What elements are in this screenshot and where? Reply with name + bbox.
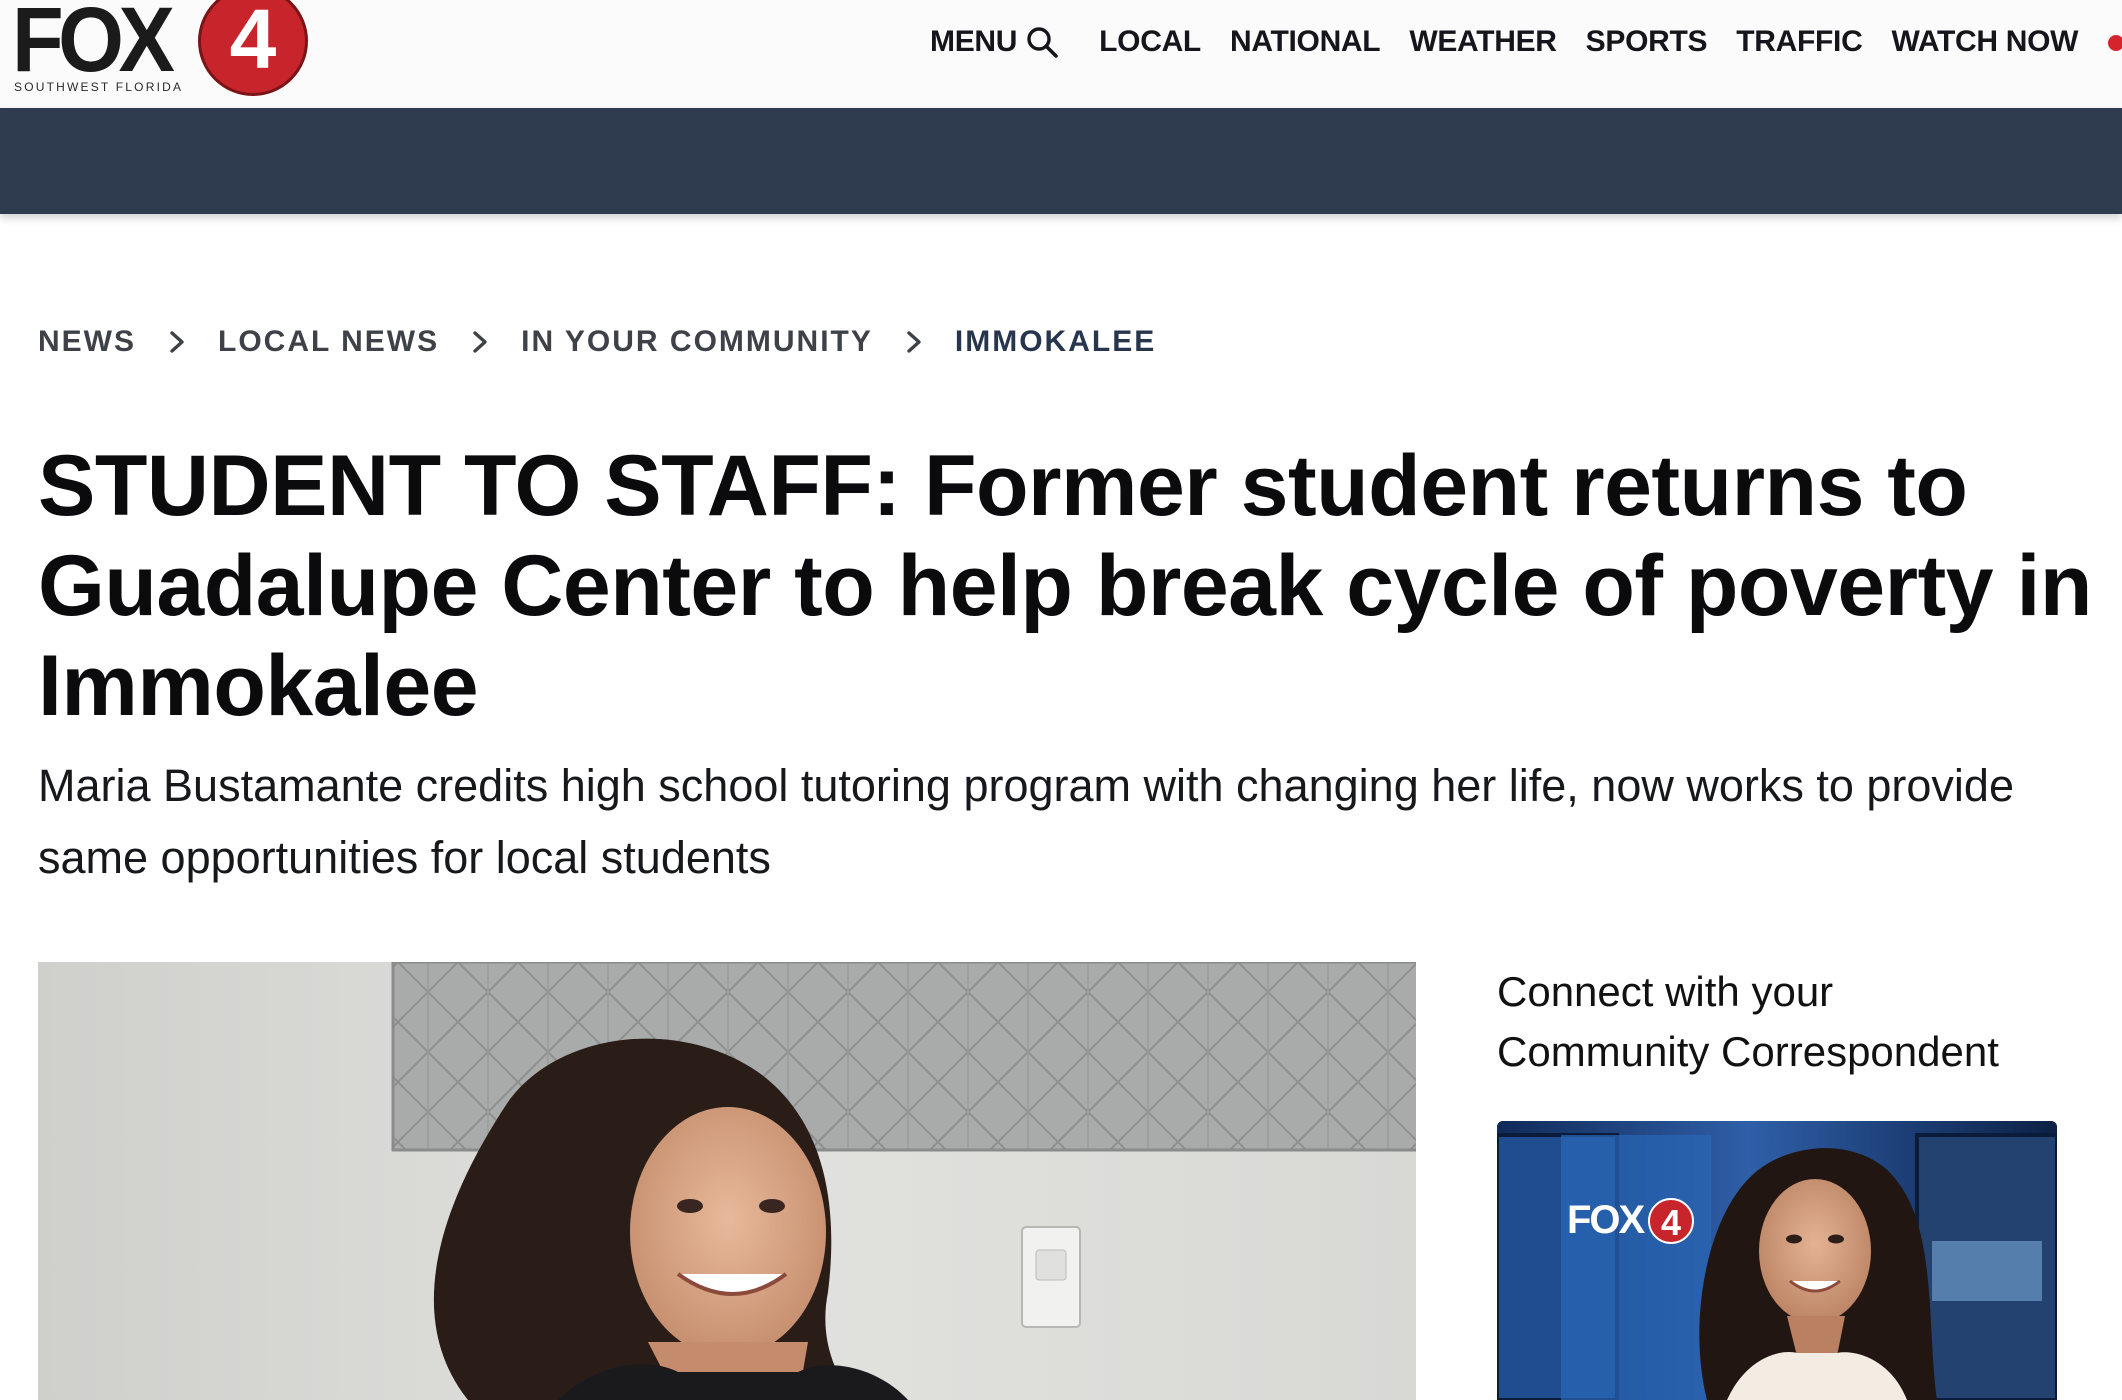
nav-local[interactable]: LOCAL [1099, 25, 1201, 59]
article-headline: STUDENT TO STAFF: Former student returns… [38, 438, 2092, 734]
search-icon[interactable] [1025, 25, 1059, 59]
menu-label: MENU [930, 25, 1018, 58]
community-correspondent-card[interactable]: FOX 4 [1497, 1121, 2057, 1400]
live-indicator-icon [2108, 35, 2122, 51]
breadcrumb-local-news[interactable]: LOCAL NEWS [218, 325, 439, 359]
breadcrumb: NEWS LOCAL NEWS IN YOUR COMMUNITY IMMOKA… [38, 322, 1156, 362]
studio-logo-text: FOX [1567, 1198, 1646, 1242]
breadcrumb-in-your-community[interactable]: IN YOUR COMMUNITY [521, 325, 873, 359]
breadcrumb-immokalee[interactable]: IMMOKALEE [955, 325, 1156, 359]
site-header: FOX 4 SOUTHWEST FLORIDA MENU LOCAL NATIO… [0, 0, 2122, 108]
chevron-right-icon [170, 331, 184, 353]
logo-tagline: SOUTHWEST FLORIDA [14, 80, 184, 94]
chevron-right-icon [907, 331, 921, 353]
nav-traffic[interactable]: TRAFFIC [1736, 25, 1863, 59]
chevron-right-icon [473, 331, 487, 353]
nav-sports[interactable]: SPORTS [1586, 25, 1708, 59]
fox4-logo[interactable]: FOX 4 SOUTHWEST FLORIDA [12, 0, 312, 100]
secondary-nav-band [0, 108, 2122, 214]
article-hero-image[interactable] [38, 962, 1416, 1400]
sidebar-title: Connect with your Community Corresponden… [1497, 968, 1999, 1075]
logo-badge: 4 [198, 0, 308, 96]
nav-weather[interactable]: WEATHER [1409, 25, 1557, 59]
studio-logo-number: 4 [1661, 1202, 1681, 1243]
correspondent-photo: FOX 4 [1497, 1121, 2057, 1400]
main-nav: MENU LOCAL NATIONAL WEATHER SPORTS TRAFF… [930, 22, 2107, 62]
logo-wordmark: FOX [12, 0, 175, 91]
breadcrumb-news[interactable]: NEWS [38, 325, 136, 359]
logo-number: 4 [229, 0, 277, 86]
nav-national[interactable]: NATIONAL [1230, 25, 1381, 59]
nav-watch-now[interactable]: WATCH NOW [1891, 25, 2078, 59]
article-subheadline: Maria Bustamante credits high school tut… [38, 760, 2014, 883]
menu-button[interactable]: MENU [930, 25, 1059, 59]
hero-photo [38, 962, 1416, 1400]
